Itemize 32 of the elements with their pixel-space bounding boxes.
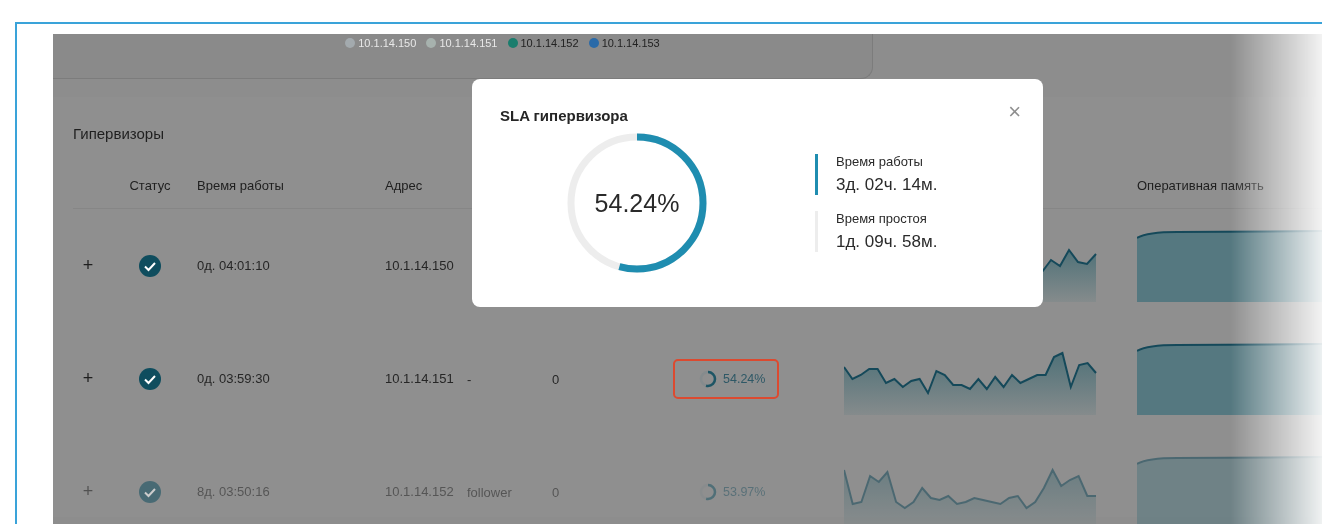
column-header: Адрес <box>385 177 423 193</box>
expand-button[interactable]: + <box>81 255 95 276</box>
column-header: Оперативная память <box>1137 177 1264 193</box>
progress-ring-icon <box>699 369 717 388</box>
progress-ring-icon <box>699 482 717 501</box>
column-header: Время работы <box>197 177 284 193</box>
legend-item[interactable]: 10.1.14.152 <box>507 36 579 50</box>
legend-item[interactable]: 10.1.14.151 <box>426 36 498 50</box>
uptime-cell-text: 0д. 04:01:10 <box>197 258 271 273</box>
role-cell: follower <box>467 484 512 500</box>
legend-item[interactable]: 10.1.14.150 <box>345 36 417 50</box>
role-cell: - <box>467 371 472 387</box>
legend-item[interactable]: 10.1.14.153 <box>588 36 660 50</box>
address-cell-text: 10.1.14.151 <box>385 371 455 386</box>
stat-label: Время простоя <box>836 211 928 226</box>
count-cell: 0 <box>552 484 560 500</box>
expand-button[interactable]: + <box>81 368 95 389</box>
section-title: Гипервизоры <box>73 125 165 142</box>
stat-value: 3д. 02ч. 14м. <box>836 175 938 195</box>
column-header: Статус <box>129 177 171 193</box>
dialog-title: SLA гипервизора <box>500 107 629 124</box>
expand-button[interactable]: + <box>81 481 95 502</box>
uptime-cell-text: 0д. 03:59:30 <box>197 371 271 386</box>
sla-percent: 54.24% <box>594 188 680 218</box>
count-cell: 0 <box>552 371 560 387</box>
stat-value: 1д. 09ч. 58м. <box>836 232 938 252</box>
address-cell-text: 10.1.14.152 <box>385 484 455 499</box>
address-cell-text: 10.1.14.150 <box>385 258 455 273</box>
close-button[interactable]: × <box>1008 101 1021 123</box>
stat-label: Время работы <box>836 154 924 169</box>
sla-value[interactable]: 54.24% <box>673 358 780 399</box>
uptime-cell-text: 8д. 03:50:16 <box>197 484 271 499</box>
